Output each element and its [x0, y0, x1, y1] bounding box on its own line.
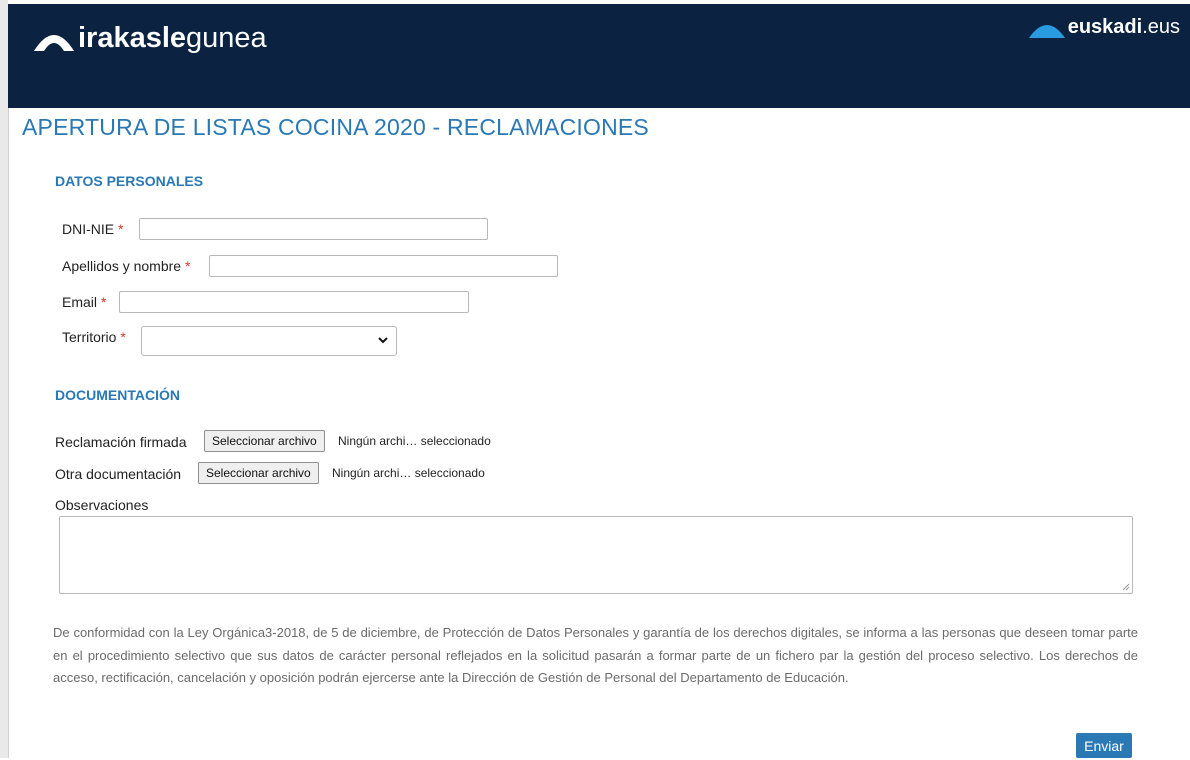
- submit-button[interactable]: Enviar: [1076, 733, 1132, 758]
- territory-label-text: Territorio: [62, 329, 117, 345]
- signed-claim-file-button[interactable]: Seleccionar archivo: [204, 430, 325, 452]
- name-label: Apellidos y nombre *: [62, 258, 190, 274]
- required-mark: *: [120, 329, 126, 345]
- chevron-down-icon: [378, 337, 388, 344]
- section-title-personal: DATOS PERSONALES: [55, 173, 204, 189]
- window-edge: [0, 0, 9, 758]
- required-mark: *: [118, 221, 124, 237]
- email-label: Email *: [62, 294, 106, 310]
- resize-grip-icon[interactable]: [1122, 583, 1130, 591]
- irakaslegunea-logo[interactable]: irakasle gunea: [32, 22, 267, 55]
- signed-claim-label: Reclamación firmada: [55, 434, 187, 450]
- euskadi-arc-icon: [1028, 24, 1065, 38]
- other-docs-file-status: Ningún archi… seleccionado: [332, 466, 485, 480]
- email-label-text: Email: [62, 294, 98, 310]
- territory-label: Territorio *: [62, 329, 126, 345]
- territory-select[interactable]: [141, 326, 397, 356]
- euskadi-logo[interactable]: euskadi .eus: [1028, 16, 1180, 39]
- euskadi-text-bold: euskadi: [1067, 16, 1143, 38]
- section-title-documentation: DOCUMENTACIÓN: [55, 387, 180, 403]
- required-mark: *: [184, 258, 191, 274]
- arc-logo-icon: [34, 34, 74, 51]
- email-input[interactable]: [119, 291, 469, 313]
- name-label-text: Apellidos y nombre: [62, 258, 182, 274]
- logo-text-bold: irakasle: [78, 22, 187, 54]
- observations-textarea[interactable]: [59, 516, 1133, 594]
- other-docs-label: Otra documentación: [55, 466, 182, 482]
- signed-claim-file-status: Ningún archi… seleccionado: [338, 434, 491, 448]
- logo-text-thin: gunea: [186, 22, 267, 54]
- page-title: APERTURA DE LISTAS COCINA 2020 - RECLAMA…: [22, 114, 649, 140]
- observations-label: Observaciones: [55, 497, 149, 513]
- site-header: irakasle gunea euskadi .eus: [8, 0, 1190, 108]
- required-mark: *: [100, 294, 107, 310]
- privacy-notice: De conformidad con la Ley Orgánica3-2018…: [53, 625, 1138, 685]
- dni-input[interactable]: [139, 218, 488, 240]
- other-docs-file-button[interactable]: Seleccionar archivo: [198, 462, 319, 484]
- euskadi-text-thin: .eus: [1142, 16, 1180, 38]
- dni-label-text: DNI-NIE: [62, 221, 115, 237]
- dni-label: DNI-NIE *: [62, 221, 123, 237]
- name-input[interactable]: [209, 255, 558, 277]
